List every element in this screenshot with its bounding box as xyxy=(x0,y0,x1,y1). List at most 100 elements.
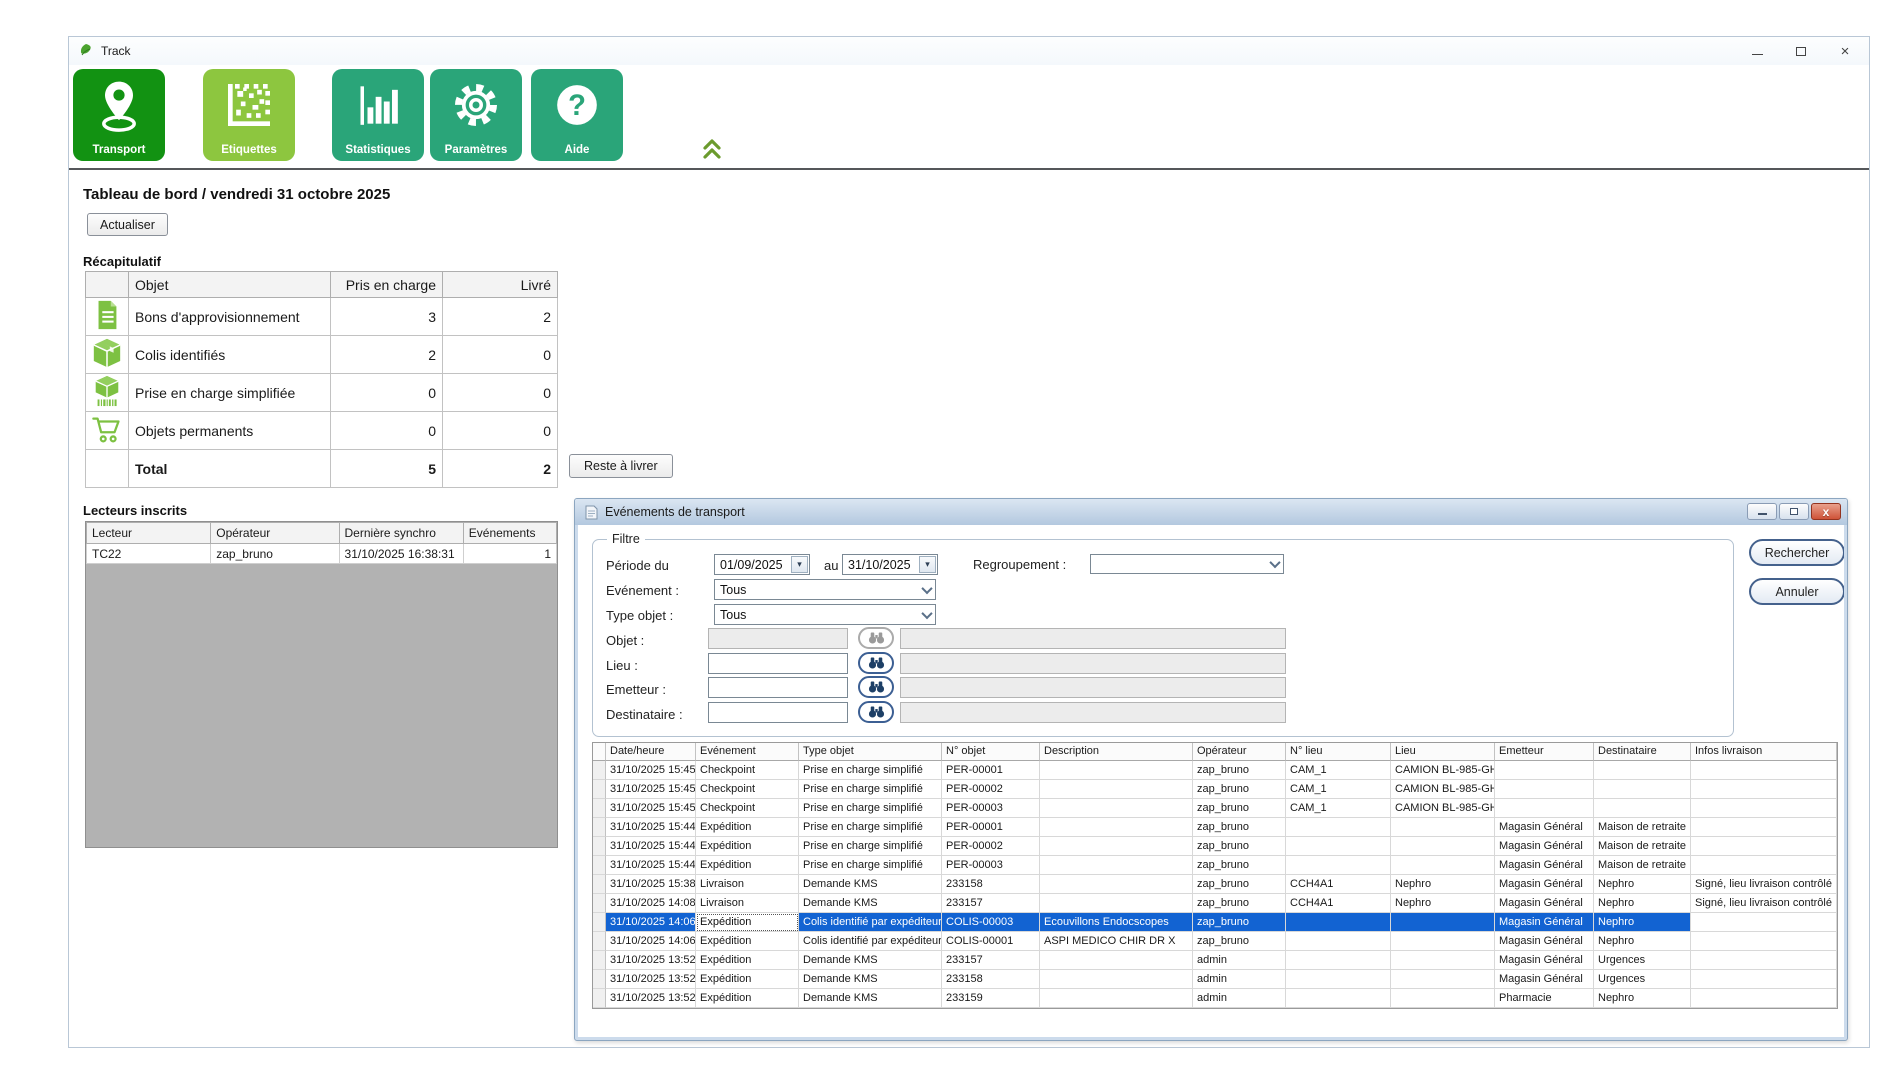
grid-cell[interactable]: Demande KMS xyxy=(799,970,942,989)
grid-cell[interactable]: Magasin Général xyxy=(1495,818,1594,837)
grid-cell[interactable]: Prise en charge simplifié xyxy=(799,799,942,818)
toolbar-button-transport[interactable]: Transport xyxy=(73,69,165,161)
grid-row[interactable]: 31/10/2025 15:38LivraisonDemande KMS2331… xyxy=(593,875,1837,894)
grid-cell[interactable]: COLIS-00001 xyxy=(942,932,1040,951)
grid-cell[interactable] xyxy=(1691,951,1837,970)
grid-cell[interactable]: Nephro xyxy=(1594,875,1691,894)
grid-cell[interactable]: Magasin Général xyxy=(1495,875,1594,894)
period-to-datepicker[interactable]: 31/10/2025 ▾ xyxy=(842,554,938,575)
grid-cell[interactable]: Expédition xyxy=(696,856,799,875)
grid-cell[interactable]: 31/10/2025 14:06 xyxy=(606,932,696,951)
grid-cell[interactable]: Nephro xyxy=(1391,894,1495,913)
recipient-code-input[interactable] xyxy=(708,702,848,723)
grid-cell[interactable] xyxy=(1040,989,1193,1008)
grid-cell[interactable]: Checkpoint xyxy=(696,780,799,799)
grid-cell[interactable]: Prise en charge simplifié xyxy=(799,818,942,837)
grid-cell[interactable]: 31/10/2025 15:45 xyxy=(606,799,696,818)
grid-cell[interactable]: 31/10/2025 15:44 xyxy=(606,837,696,856)
grid-cell[interactable]: CAMION BL-985-GH xyxy=(1391,761,1495,780)
grid-cell[interactable]: 31/10/2025 14:08 xyxy=(606,894,696,913)
grid-cell[interactable]: PER-00003 xyxy=(942,856,1040,875)
grid-cell[interactable]: CAM_1 xyxy=(1286,799,1391,818)
grid-row-selector[interactable] xyxy=(593,761,606,780)
grid-cell[interactable] xyxy=(1391,951,1495,970)
grid-cell[interactable] xyxy=(1040,856,1193,875)
events-restore-icon[interactable] xyxy=(1779,503,1809,520)
grid-cell[interactable]: Prise en charge simplifié xyxy=(799,780,942,799)
events-minimize-icon[interactable] xyxy=(1747,503,1777,520)
grid-cell[interactable]: 31/10/2025 13:52 xyxy=(606,989,696,1008)
grid-cell[interactable]: ASPI MEDICO CHIR DR X xyxy=(1040,932,1193,951)
grid-cell[interactable]: zap_bruno xyxy=(1193,894,1286,913)
grid-row-selector[interactable] xyxy=(593,894,606,913)
grid-cell[interactable] xyxy=(1040,875,1193,894)
grid-cell[interactable]: zap_bruno xyxy=(1193,913,1286,932)
grid-cell[interactable] xyxy=(1594,761,1691,780)
grid-cell[interactable]: Magasin Général xyxy=(1495,856,1594,875)
grid-cell[interactable]: PER-00003 xyxy=(942,799,1040,818)
grid-cell[interactable]: Expédition xyxy=(696,951,799,970)
grid-cell[interactable] xyxy=(1286,913,1391,932)
grid-cell[interactable]: Colis identifié par expéditeur xyxy=(799,932,942,951)
grid-column-header[interactable]: Emetteur xyxy=(1495,743,1594,761)
dropdown-arrow-icon[interactable]: ▾ xyxy=(919,556,936,573)
place-code-input[interactable] xyxy=(708,653,848,674)
grid-cell[interactable]: zap_bruno xyxy=(1193,799,1286,818)
grid-column-header[interactable]: Lieu xyxy=(1391,743,1495,761)
grid-cell[interactable] xyxy=(1040,761,1193,780)
grid-row-selector[interactable] xyxy=(593,932,606,951)
grid-cell[interactable]: CCH4A1 xyxy=(1286,894,1391,913)
grid-row[interactable]: 31/10/2025 13:52ExpéditionDemande KMS233… xyxy=(593,951,1837,970)
grid-cell[interactable]: Ecouvillons Endocscopes xyxy=(1040,913,1193,932)
grid-cell[interactable]: Magasin Général xyxy=(1495,837,1594,856)
grid-cell[interactable] xyxy=(1391,913,1495,932)
grid-cell[interactable] xyxy=(1691,761,1837,780)
sender-code-input[interactable] xyxy=(708,677,848,698)
grid-cell[interactable]: Signé, lieu livraison contrôlé xyxy=(1691,894,1837,913)
grid-cell[interactable]: Urgences xyxy=(1594,951,1691,970)
grid-cell[interactable] xyxy=(1495,761,1594,780)
grid-cell[interactable]: Prise en charge simplifié xyxy=(799,761,942,780)
grid-cell[interactable] xyxy=(1286,856,1391,875)
period-from-datepicker[interactable]: 01/09/2025 ▾ xyxy=(714,554,810,575)
grid-cell[interactable] xyxy=(1691,989,1837,1008)
grid-cell[interactable]: 233159 xyxy=(942,989,1040,1008)
grid-cell[interactable]: CAMION BL-985-GH xyxy=(1391,799,1495,818)
grid-cell[interactable]: zap_bruno xyxy=(1193,837,1286,856)
events-close-icon[interactable]: x xyxy=(1811,503,1841,520)
grid-cell[interactable]: PER-00001 xyxy=(942,761,1040,780)
grid-cell[interactable]: Magasin Général xyxy=(1495,970,1594,989)
grid-cell[interactable] xyxy=(1495,799,1594,818)
grid-cell[interactable]: admin xyxy=(1193,970,1286,989)
grid-cell[interactable] xyxy=(1691,799,1837,818)
grid-cell[interactable]: 31/10/2025 14:06 xyxy=(606,913,696,932)
toolbar-button-statistiques[interactable]: Statistiques xyxy=(332,69,424,161)
grid-cell[interactable]: Demande KMS xyxy=(799,875,942,894)
grid-cell[interactable]: zap_bruno xyxy=(1193,932,1286,951)
grid-row[interactable]: 31/10/2025 15:44ExpéditionPrise en charg… xyxy=(593,837,1837,856)
lecteurs-row[interactable]: TC22zap_bruno31/10/2025 16:38:311 xyxy=(87,544,557,564)
grid-cell[interactable]: Magasin Général xyxy=(1495,894,1594,913)
dropdown-arrow-icon[interactable]: ▾ xyxy=(791,556,808,573)
grid-cell[interactable]: PER-00001 xyxy=(942,818,1040,837)
grid-cell[interactable] xyxy=(1594,780,1691,799)
search-button[interactable]: Rechercher xyxy=(1749,539,1844,566)
grid-cell[interactable]: Checkpoint xyxy=(696,761,799,780)
grid-cell[interactable]: Demande KMS xyxy=(799,989,942,1008)
grid-column-header[interactable]: Date/heure xyxy=(606,743,696,761)
grid-cell[interactable] xyxy=(1691,780,1837,799)
grid-cell[interactable]: 31/10/2025 13:52 xyxy=(606,951,696,970)
toolbar-button-etiquettes[interactable]: Etiquettes xyxy=(203,69,295,161)
grid-cell[interactable]: Nephro xyxy=(1391,875,1495,894)
grid-cell[interactable] xyxy=(1691,913,1837,932)
grid-row[interactable]: 31/10/2025 14:06ExpéditionColis identifi… xyxy=(593,932,1837,951)
grid-cell[interactable]: Nephro xyxy=(1594,989,1691,1008)
grid-cell[interactable]: COLIS-00003 xyxy=(942,913,1040,932)
grid-cell[interactable]: Prise en charge simplifié xyxy=(799,856,942,875)
grid-column-header[interactable]: Evénement xyxy=(696,743,799,761)
grid-cell[interactable]: CAMION BL-985-GH xyxy=(1391,780,1495,799)
grid-cell[interactable] xyxy=(1691,856,1837,875)
toolbar-button-aide[interactable]: ?Aide xyxy=(531,69,623,161)
grid-cell[interactable]: Checkpoint xyxy=(696,799,799,818)
grid-row[interactable]: 31/10/2025 15:44ExpéditionPrise en charg… xyxy=(593,856,1837,875)
